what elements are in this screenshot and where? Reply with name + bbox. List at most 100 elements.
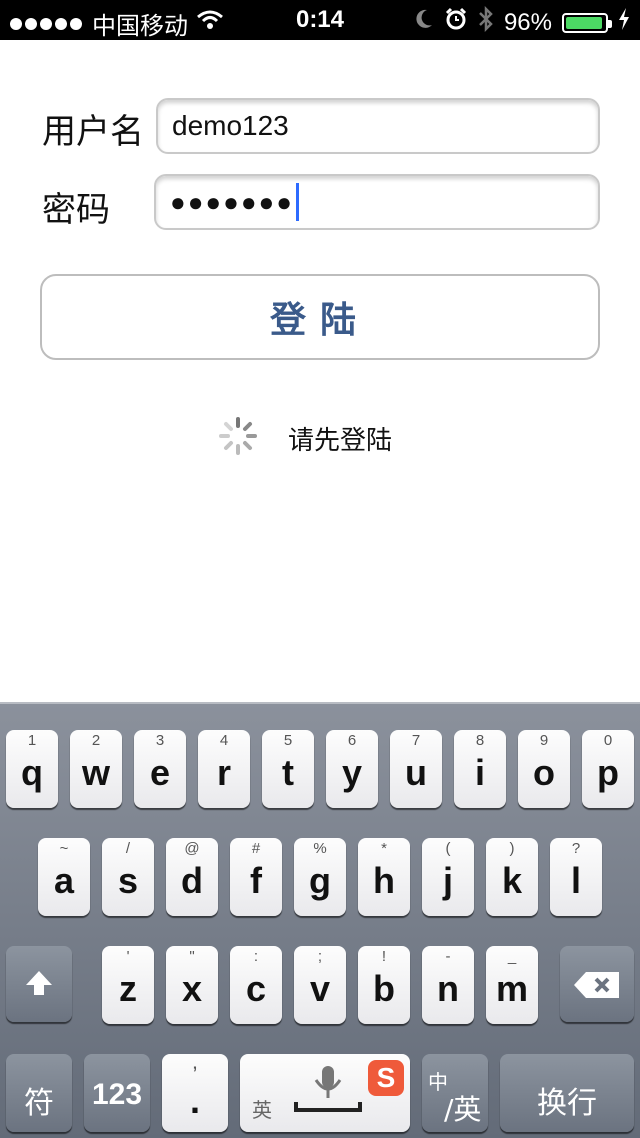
key-secondary-label: 0 <box>603 732 613 749</box>
key-w[interactable]: 2w <box>70 730 122 808</box>
key-secondary-label: 9 <box>539 732 549 749</box>
key-label: w <box>81 752 110 793</box>
key-x[interactable]: " x <box>166 946 218 1024</box>
key-label: q <box>21 752 43 793</box>
key-secondary-label: @ <box>184 840 200 857</box>
punctuation-key[interactable]: ’ . <box>162 1054 228 1132</box>
key-secondary-label: 4 <box>219 732 229 749</box>
key-secondary-label: % <box>313 840 327 857</box>
key-o[interactable]: 9o <box>518 730 570 808</box>
key-m[interactable]: _ m <box>486 946 538 1024</box>
key-secondary-label: 1 <box>27 732 37 749</box>
username-field[interactable]: demo123 <box>156 98 600 154</box>
key-label: a <box>53 860 75 901</box>
key-label: j <box>442 860 453 901</box>
key-label: r <box>216 752 231 793</box>
key-label: f <box>250 860 262 901</box>
status-bar: 中国移动 0:14 96% <box>0 0 640 40</box>
key-c[interactable]: :c <box>230 946 282 1024</box>
password-masked-value: ●●●●●●● <box>170 186 294 217</box>
charging-bolt-icon <box>618 8 630 37</box>
battery-percent: 96% <box>503 8 552 36</box>
key-i[interactable]: 8i <box>454 730 506 808</box>
key-h[interactable]: * h <box>358 838 410 916</box>
key-f[interactable]: # f <box>230 838 282 916</box>
key-secondary-label: - <box>445 948 451 965</box>
shift-key[interactable] <box>6 946 72 1022</box>
key-label: s <box>117 860 139 901</box>
key-label: k <box>501 860 523 901</box>
shift-arrow-icon <box>26 971 52 995</box>
key-g[interactable]: % g <box>294 838 346 916</box>
space-key[interactable]: 英 S <box>240 1054 410 1132</box>
key-d[interactable]: @ d <box>166 838 218 916</box>
alarm-icon <box>444 7 468 38</box>
key-a[interactable]: ~ a <box>38 838 90 916</box>
login-button[interactable]: 登陆 <box>40 274 600 360</box>
key-label: v <box>309 968 331 1009</box>
key-secondary-label: / <box>125 840 131 857</box>
key-label: h <box>373 860 395 901</box>
key-label: t <box>282 752 294 793</box>
key-r[interactable]: 4r <box>198 730 250 808</box>
key-label: u <box>405 752 427 793</box>
key-label: m <box>495 968 528 1009</box>
key-secondary-label: ; <box>317 948 323 965</box>
key-label: y <box>341 752 363 793</box>
key-secondary-label: ~ <box>59 840 69 857</box>
key-secondary-label: ( <box>445 840 451 857</box>
key-label: p <box>597 752 619 793</box>
status-message: 请先登陆 <box>288 426 393 456</box>
key-label: i <box>474 752 485 793</box>
key-b[interactable]: ! b <box>358 946 410 1024</box>
status-right: 96% <box>414 5 630 39</box>
microphone-space-icon <box>294 1066 362 1112</box>
key-secondary-label: 8 <box>475 732 485 749</box>
username-value: demo123 <box>172 110 289 141</box>
key-label: x <box>181 968 203 1009</box>
key-label: g <box>309 860 331 901</box>
key-l[interactable]: ? l <box>550 838 602 916</box>
key-secondary-label: ? <box>571 840 581 857</box>
key-secondary-label: ' <box>126 948 130 965</box>
key-e[interactable]: 3e <box>134 730 186 808</box>
password-field[interactable]: ●●●●●●● <box>154 174 600 230</box>
key-z[interactable]: ' z <box>102 946 154 1024</box>
language-switch-key[interactable]: 中 /英 <box>422 1054 488 1132</box>
key-secondary-label: : <box>253 948 259 965</box>
bluetooth-icon <box>478 5 494 39</box>
key-t[interactable]: 5t <box>262 730 314 808</box>
key-s[interactable]: / s <box>102 838 154 916</box>
key-secondary-label: 7 <box>411 732 421 749</box>
key-secondary-label: 6 <box>347 732 357 749</box>
sogou-logo-icon: S <box>368 1060 404 1096</box>
do-not-disturb-moon-icon <box>414 8 434 37</box>
key-j[interactable]: (j <box>422 838 474 916</box>
key-label: n <box>437 968 459 1009</box>
key-q[interactable]: 1q <box>6 730 58 808</box>
return-key[interactable]: 换行 <box>500 1054 634 1132</box>
key-p[interactable]: 0p <box>582 730 634 808</box>
delete-key[interactable] <box>560 946 634 1022</box>
key-secondary-label: 5 <box>283 732 293 749</box>
key-secondary-label: # <box>251 840 261 857</box>
loading-spinner-icon <box>218 416 258 456</box>
key-n[interactable]: -n <box>422 946 474 1024</box>
symbols-key[interactable]: 符 <box>6 1054 72 1132</box>
key-secondary-label: 3 <box>155 732 165 749</box>
key-label: b <box>373 968 395 1009</box>
numbers-key[interactable]: 123 <box>84 1054 150 1132</box>
key-y[interactable]: 6y <box>326 730 378 808</box>
password-label: 密码 <box>42 190 110 230</box>
key-label: z <box>119 968 137 1009</box>
battery-fill <box>566 16 602 29</box>
key-secondary-label: 2 <box>91 732 101 749</box>
key-u[interactable]: 7u <box>390 730 442 808</box>
key-k[interactable]: ) k <box>486 838 538 916</box>
key-secondary-label: " <box>189 948 195 965</box>
key-secondary-label: ) <box>509 840 515 857</box>
username-label: 用户名 <box>42 112 144 152</box>
key-secondary-label: * <box>381 840 387 857</box>
key-v[interactable]: ; v <box>294 946 346 1024</box>
backspace-icon <box>574 972 619 998</box>
